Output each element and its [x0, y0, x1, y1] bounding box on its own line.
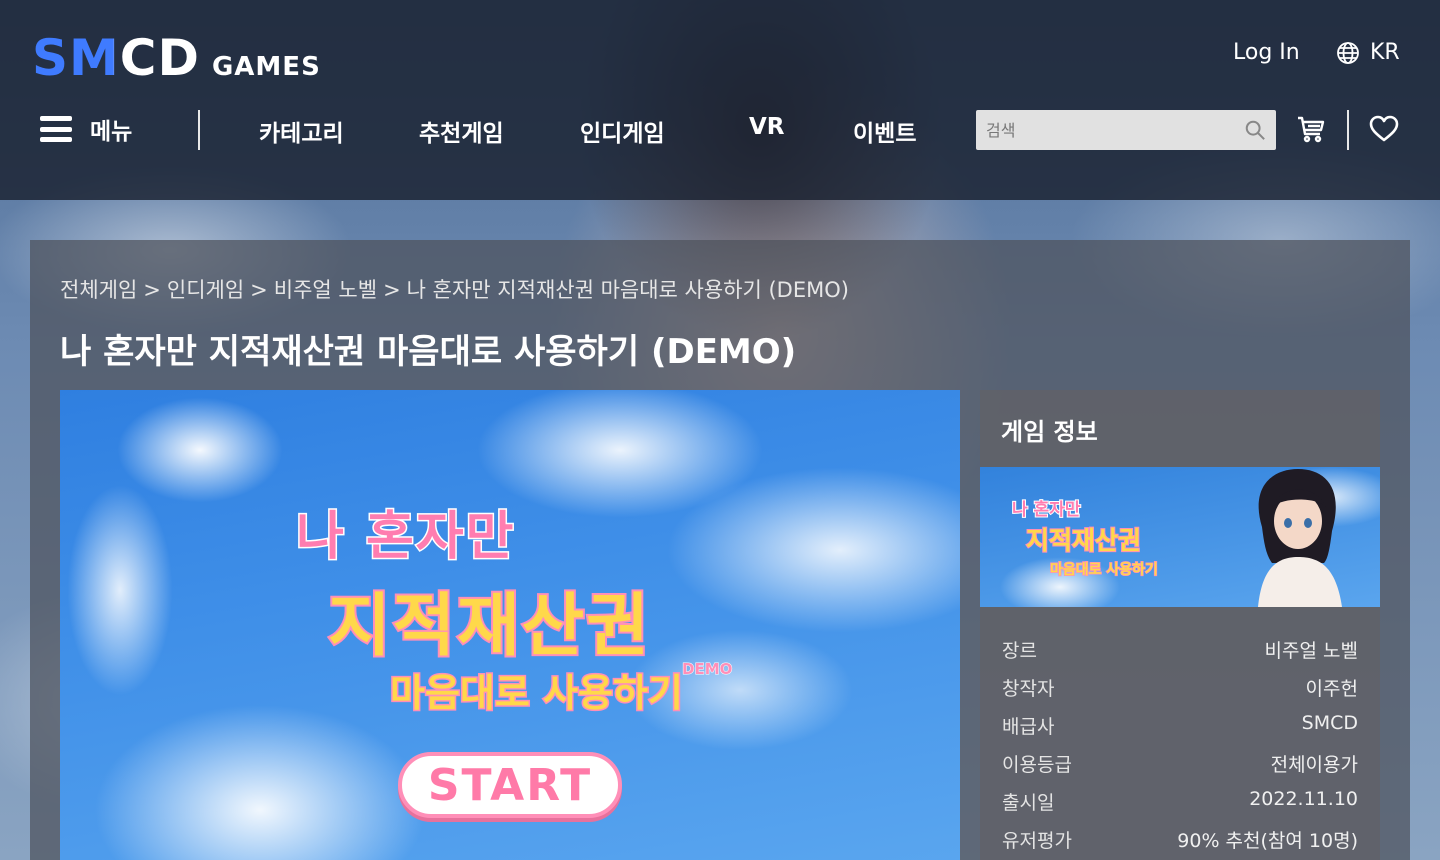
cart-icon[interactable] [1296, 114, 1326, 144]
info-value: 90% 추천(참여 10명) [1177, 830, 1358, 852]
breadcrumb: 전체게임 > 인디게임 > 비주얼 노벨 > 나 혼자만 지적재산권 마음대로 사용하기 (… [60, 274, 849, 304]
nav-item-events[interactable]: 이벤트 [853, 114, 916, 148]
page-title: 나 혼자만 지적재산권 마음대로 사용하기 (DEMO) [60, 332, 797, 372]
search-icon[interactable] [1244, 119, 1266, 141]
info-key: 출시일 [1002, 792, 1055, 814]
info-value: 전체이용가 [1270, 754, 1358, 776]
start-button[interactable]: START [398, 752, 622, 818]
character-illustration [1258, 469, 1342, 607]
breadcrumb-item-all-games[interactable]: 전체게임 [60, 278, 137, 302]
search-input[interactable] [976, 110, 1226, 150]
nav-divider [198, 110, 200, 150]
main-nav: 메뉴 카테고리 추천게임 인디게임 VR 이벤트 [0, 108, 1440, 152]
info-row-user-reviews: 유저평가 90% 추천(참여 10명) [1002, 826, 1358, 860]
info-value: 이주헌 [1305, 678, 1358, 700]
search-box [976, 110, 1276, 150]
info-row-genre: 장르 비주얼 노벨 [1002, 636, 1358, 674]
breadcrumb-item-indie[interactable]: 인디게임 [167, 278, 244, 302]
info-value: 2022.11.10 [1249, 788, 1358, 810]
logo-sub-text: GAMES [211, 52, 321, 82]
visual-title-line1: 나 혼자만 [294, 506, 516, 569]
game-detail-panel: 전체게임 > 인디게임 > 비주얼 노벨 > 나 혼자만 지적재산권 마음대로 사용하기 (… [30, 240, 1410, 860]
nav-item-recommended[interactable]: 추천게임 [419, 114, 504, 148]
breadcrumb-item-visual-novel[interactable]: 비주얼 노벨 [274, 278, 377, 302]
nav-item-indie[interactable]: 인디게임 [580, 114, 665, 148]
visual-demo-tag: DEMO [681, 660, 733, 679]
info-key: 유저평가 [1002, 830, 1072, 852]
login-link[interactable]: Log In [1233, 40, 1300, 65]
language-label: KR [1370, 40, 1400, 65]
nav-item-vr[interactable]: VR [749, 114, 785, 140]
info-key: 창작자 [1002, 678, 1055, 700]
info-row-rating: 이용등급 전체이용가 [1002, 750, 1358, 788]
globe-icon [1337, 41, 1359, 64]
banner-title-line2: 지적재산권 [1025, 525, 1142, 556]
heart-icon[interactable] [1369, 115, 1399, 143]
logo-main-text: SMCD [32, 29, 200, 87]
breadcrumb-separator: > [383, 278, 401, 302]
game-info-rows: 장르 비주얼 노벨 창작자 이주헌 배급사 SMCD 이용등급 전체이용가 출시… [1002, 636, 1358, 860]
breadcrumb-item-current: 나 혼자만 지적재산권 마음대로 사용하기 (DEMO) [406, 278, 849, 302]
visual-title-line2: 지적재산권 [326, 585, 651, 668]
visual-title-line3: 마음대로 사용하기 [389, 670, 685, 717]
nav-item-category[interactable]: 카테고리 [259, 114, 344, 148]
game-info-box: 게임 정보 나 혼자만 지적재산권 마음대로 사용하기 장르 비주얼 노벨 창작… [980, 390, 1380, 860]
info-value: SMCD [1301, 712, 1358, 734]
info-row-release-date: 출시일 2022.11.10 [1002, 788, 1358, 826]
banner-title-line3: 마음대로 사용하기 [1049, 561, 1158, 579]
info-key: 장르 [1002, 640, 1037, 662]
menu-label: 메뉴 [90, 119, 133, 145]
info-key: 이용등급 [1002, 754, 1072, 776]
site-logo[interactable]: SMCD GAMES [32, 30, 321, 86]
game-banner-image: 나 혼자만 지적재산권 마음대로 사용하기 [980, 467, 1380, 607]
breadcrumb-separator: > [143, 278, 161, 302]
game-info-title: 게임 정보 [1001, 418, 1098, 446]
hamburger-icon [40, 113, 72, 145]
info-row-publisher: 배급사 SMCD [1002, 712, 1358, 750]
game-main-visual[interactable]: 나 혼자만 지적재산권 마음대로 사용하기 DEMO START [60, 390, 960, 860]
info-key: 배급사 [1002, 716, 1055, 738]
site-header: SMCD GAMES Log In KR 메뉴 카테고리 추천게임 인디게임 V… [0, 0, 1440, 200]
menu-button[interactable]: 메뉴 [40, 112, 132, 146]
info-row-creator: 창작자 이주헌 [1002, 674, 1358, 712]
icon-divider [1347, 110, 1349, 150]
banner-title-line1: 나 혼자만 [1011, 499, 1081, 521]
info-value: 비주얼 노벨 [1264, 640, 1358, 662]
breadcrumb-separator: > [250, 278, 268, 302]
language-selector[interactable]: KR [1336, 40, 1400, 65]
